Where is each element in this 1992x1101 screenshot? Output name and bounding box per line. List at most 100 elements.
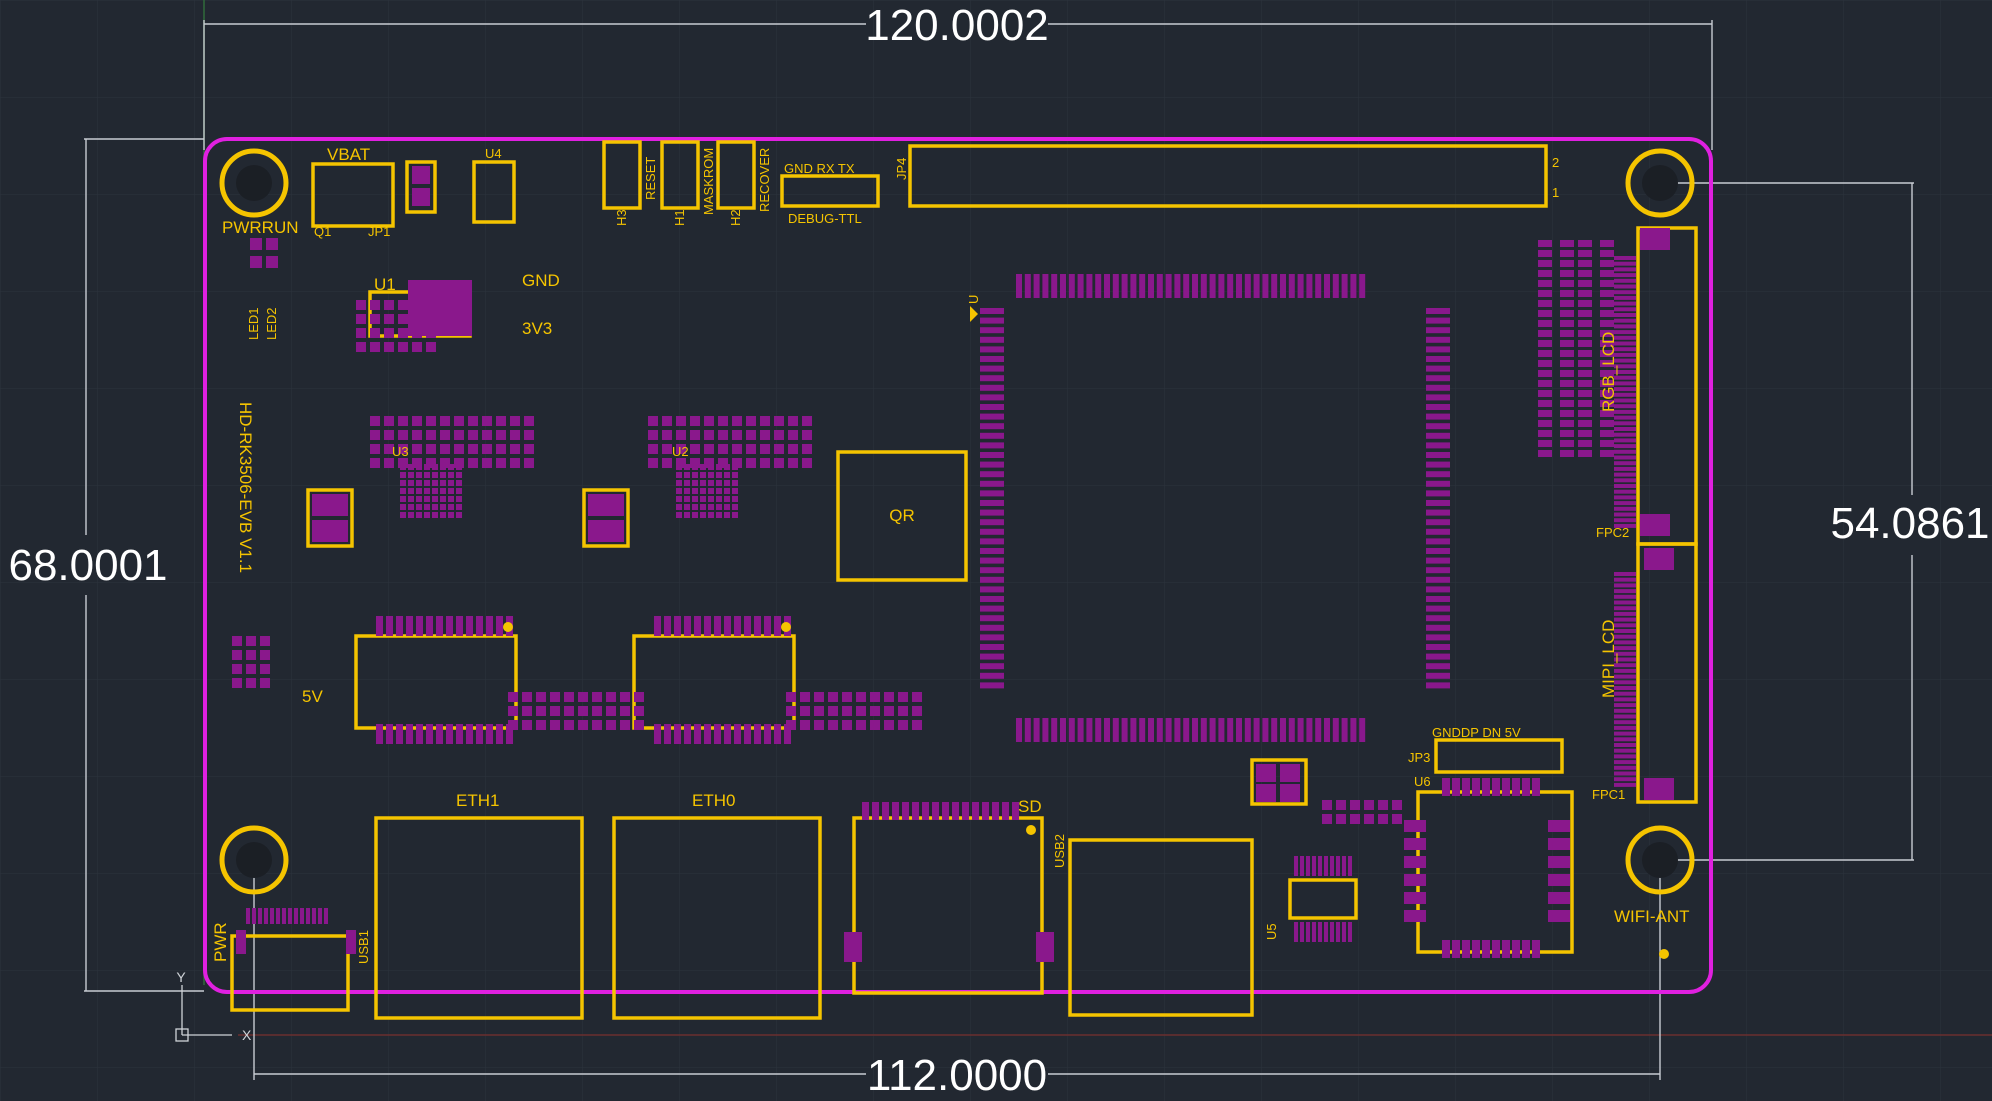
qfn-pad	[408, 480, 414, 486]
u6-pad	[1522, 778, 1530, 796]
soc-pad	[1426, 327, 1450, 334]
passive-pad	[662, 416, 672, 426]
u6-pad	[1472, 778, 1480, 796]
passive-pad	[870, 692, 880, 702]
soc-pad	[1024, 718, 1031, 742]
sd-pad	[932, 802, 939, 820]
xfmr-pad	[396, 616, 403, 636]
fpc-pad	[1614, 427, 1636, 431]
u6-pad	[1442, 940, 1450, 958]
soc-pad	[1426, 384, 1450, 391]
soc-pad	[1068, 718, 1075, 742]
pin1-dot-wifi	[1659, 949, 1669, 959]
passive-pad	[496, 458, 506, 468]
usb-pad	[324, 908, 328, 924]
passive-pad	[704, 444, 714, 454]
soc-pad	[1297, 274, 1304, 298]
label-sd: SD	[1018, 797, 1042, 816]
passive-pad	[1538, 370, 1552, 377]
passive-pad	[384, 342, 394, 352]
passive-pad	[1578, 280, 1592, 287]
passive-pad	[232, 650, 242, 660]
label-usb2: USB2	[1052, 834, 1067, 868]
passive-pad	[786, 706, 796, 716]
passive-pad	[1392, 814, 1402, 824]
fpc-pad	[1614, 714, 1636, 719]
passive-pad	[1578, 380, 1592, 387]
fpc-pad	[1614, 611, 1636, 616]
u6-pad	[1532, 940, 1540, 958]
passive-pad	[1538, 250, 1552, 257]
sd-pad	[912, 802, 919, 820]
u6-pad	[1404, 838, 1426, 850]
soc-pad	[1359, 274, 1366, 298]
passive-pad	[510, 458, 520, 468]
fpc-pad	[1614, 760, 1636, 765]
u6-pad	[1492, 778, 1500, 796]
xfmr-pad	[426, 616, 433, 636]
passive-pad	[1578, 290, 1592, 297]
soc-pad	[1426, 653, 1450, 660]
soc-pad	[1104, 274, 1110, 298]
xfmr-pad	[694, 616, 701, 636]
pad	[408, 280, 450, 336]
soc-pad	[1426, 356, 1450, 362]
label-u6: U6	[1414, 774, 1431, 789]
qfn-pad	[440, 496, 446, 502]
dimension-left: 68.0001	[8, 541, 167, 590]
fpc-pad	[1644, 778, 1674, 800]
xfmr-pad	[406, 724, 413, 744]
xfmr-pad	[396, 724, 403, 744]
passive-pad	[828, 720, 838, 730]
passive-pad	[440, 430, 450, 440]
passive-pad	[1600, 430, 1614, 437]
passive-pad	[676, 458, 686, 468]
passive-pad	[246, 636, 256, 646]
soc-pad	[1068, 274, 1075, 298]
fpc-pad	[1614, 278, 1636, 283]
soc-pad	[1086, 274, 1093, 298]
soc-pad	[1426, 423, 1450, 430]
passive-pad	[578, 706, 588, 716]
soc-pad	[980, 384, 1004, 391]
fpc-pad	[1614, 583, 1636, 588]
qfn-pad	[708, 488, 714, 494]
passive-pad	[1578, 240, 1592, 247]
usb-pad	[264, 908, 268, 924]
passive-pad	[564, 692, 574, 702]
qfn-pad	[676, 512, 682, 518]
passive-pad	[1364, 814, 1374, 824]
soc-pad	[980, 500, 1004, 506]
passive-pad	[718, 444, 728, 454]
soc-pad	[1209, 274, 1216, 298]
qfn-pad	[456, 504, 462, 510]
soc-pad	[980, 557, 1004, 564]
passive-pad	[800, 692, 810, 702]
label-u2: U2	[672, 444, 689, 459]
qfn-pad	[400, 488, 406, 494]
soc-pad	[1426, 442, 1450, 449]
passive-pad	[260, 650, 270, 660]
fpc-pad	[1614, 432, 1636, 437]
label-u1: U1	[374, 275, 396, 294]
passive-pad	[662, 444, 672, 454]
fpc-pad	[1614, 506, 1636, 511]
passive-pad	[1560, 440, 1574, 447]
passive-pad	[760, 430, 770, 440]
qfn-pad	[432, 472, 438, 478]
passive-pad	[1600, 310, 1614, 317]
soc-pad	[980, 634, 1004, 641]
passive-pad	[1600, 300, 1614, 307]
passive-pad	[1560, 420, 1574, 427]
usb-pad	[306, 908, 310, 924]
ucs-x-label: X	[242, 1027, 252, 1043]
soc-pad	[1244, 274, 1251, 298]
qfn-pad	[692, 504, 698, 510]
soc-pad	[1426, 346, 1450, 353]
passive-pad	[550, 720, 560, 730]
fpc-pad	[1614, 438, 1636, 443]
dimension-right: 54.0861	[1830, 499, 1989, 548]
qfn-pad	[424, 472, 430, 478]
fpc-pad	[1614, 743, 1636, 747]
label-h3: H3	[614, 209, 629, 226]
